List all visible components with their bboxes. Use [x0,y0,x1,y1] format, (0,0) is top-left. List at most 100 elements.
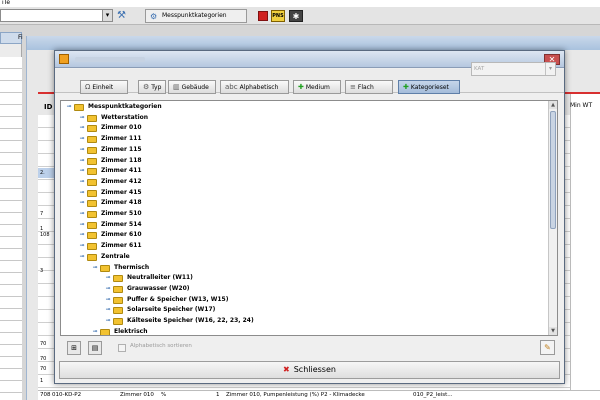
table-row[interactable]: 708 010-KD-P2 Zimmer 010% 1 Zimmer 010, Pump… [38,390,600,400]
pns-icon[interactable]: PNS [271,10,285,22]
toolbar-einheit-button[interactable]: Ω Einheit [80,80,128,94]
edit-pencil-icon[interactable]: ✎ [540,340,555,355]
folder-icon [87,253,97,261]
tree-toggle-icon[interactable]: ⊸ [78,188,86,198]
toolbar-kategorieset-button[interactable]: ✚ Kategorieset [398,80,460,94]
folder-icon [113,318,123,325]
flat-icon: ≡ [350,83,356,91]
tree-toggle-icon[interactable]: ⊸ [78,209,86,219]
table-cell: % [161,392,167,398]
tree-toggle-icon[interactable]: ⊸ [78,145,86,155]
tree-toggle-icon[interactable]: ⊸ [78,113,86,123]
table-cell: 708 [40,392,51,398]
main-tab-label[interactable]: Fi [18,34,23,41]
collapse-all-icon[interactable]: ▤ [88,341,102,355]
tree-toggle-icon[interactable]: ⊸ [104,305,112,315]
expand-all-icon[interactable]: ⊞ [67,341,81,355]
puzzle-icon: ✚ [298,83,304,91]
tree-node-label: Puffer & Speicher (W13, W15) [127,295,229,303]
left-pane [0,32,22,400]
tree-toggle-icon[interactable]: ⊸ [104,284,112,294]
toolbar-medium-button[interactable]: ✚ Medium [293,80,341,94]
kategorie-combo[interactable]: KAT ▾ [471,62,556,76]
tree-toggle-icon[interactable]: ⊸ [78,156,86,166]
toolbar-medium-label: Medium [305,84,330,91]
gear-icon[interactable]: ✱ [289,10,303,22]
tree-toggle-icon[interactable]: ⊸ [78,220,86,230]
toolbar-typ-button[interactable]: ⚙ Typ [138,80,166,94]
row-number: 2. [40,170,45,176]
tree-scrollbar[interactable]: ▲ ▼ [548,101,557,335]
puzzle-icon: ✚ [403,83,409,91]
messpunktkategorien-dialog: ✕ Ω Einheit ⚙ Typ ▥ Gebäude abc Alphabetisch ✚ Me… [54,50,565,384]
folder-icon [100,264,110,272]
tree-node-label: Zimmer 010 [101,124,142,132]
tree-node-label: Messpunktkategorien [88,103,162,110]
schliessen-button[interactable]: ✖ Schliessen [59,361,560,379]
folder-icon [87,146,97,154]
toolbar-gebaeude-label: Gebäude [181,84,209,91]
tree-node-label: Elektrisch [114,327,148,335]
main-tabstrip [27,36,600,50]
tree-toggle-icon[interactable]: ⊸ [78,166,86,176]
menu-item[interactable]: iTe [2,0,10,6]
tree-node-label: Zimmer 115 [101,145,142,153]
tree-toggle-icon[interactable]: ⊸ [78,134,86,144]
folder-icon [113,307,123,315]
tree-toggle-icon[interactable]: ⊸ [104,316,112,326]
selection-combo[interactable]: ▾ [0,9,113,22]
folder-icon [87,189,97,197]
left-pane-grid [0,57,22,400]
alphabetisch-sortieren-checkbox[interactable] [118,344,126,352]
chevron-down-icon[interactable]: ▾ [102,10,112,21]
tree-node-label: Zimmer 411 [101,167,142,175]
dialog-title-placeholder [75,57,145,62]
app-icon [59,54,69,64]
messpunktkategorien-button[interactable]: ⚙ Messpunktkategorien [145,9,247,23]
wrench-icon[interactable]: ⚒ [117,10,129,22]
tree-toggle-icon[interactable]: ⊸ [65,102,73,112]
scroll-down-icon[interactable]: ▼ [549,327,557,335]
toolbar-kategorieset-label: Kategorieset [410,84,449,91]
tree-toggle-icon[interactable]: ⊸ [91,263,99,273]
pdf-icon[interactable] [258,11,268,21]
folder-icon [87,136,97,144]
toolbar-alphabetisch-button[interactable]: abc Alphabetisch [220,80,289,94]
row-number: 1 [40,378,44,384]
folder-icon [87,200,97,208]
building-icon: ▥ [173,83,180,91]
folder-icon [87,157,97,165]
chevron-down-icon[interactable]: ▾ [545,63,555,75]
category-icon: ⚙ [150,12,158,21]
toolbar-flach-label: Flach [357,84,374,91]
row-number: 7 [40,211,44,217]
scroll-up-icon[interactable]: ▲ [549,101,557,109]
tree-toggle-icon[interactable]: ⊸ [78,177,86,187]
tree-toggle-icon[interactable]: ⊸ [104,295,112,305]
toolbar-gebaeude-button[interactable]: ▥ Gebäude [168,80,216,94]
folder-icon [74,104,84,111]
tree-toggle-icon[interactable]: ⊸ [91,327,99,335]
tree-toggle-icon[interactable]: ⊸ [104,273,112,283]
alphabetisch-sortieren-label: Alphabetisch sortieren [130,343,192,349]
scrollbar-thumb[interactable] [550,111,556,229]
tree-toggle-icon[interactable]: ⊸ [78,123,86,133]
folder-icon [87,211,97,218]
tree-node-label: Thermisch [114,263,150,271]
toolbar-flach-button[interactable]: ≡ Flach [345,80,393,94]
tree-toggle-icon[interactable]: ⊸ [78,252,86,262]
tree-node-label: Wetterstation [101,113,149,121]
typ-icon: ⚙ [143,83,150,91]
close-icon: ✖ [283,365,290,374]
app-toolbar: ▾ ⚒ ⚙ Messpunktkategorien PNS ✱ [0,7,600,25]
tree-toggle-icon[interactable]: ⊸ [78,230,86,240]
toolbar-alphabetisch-label: Alphabetisch [239,84,279,91]
abc-icon: abc [225,83,238,91]
tree-toggle-icon[interactable]: ⊸ [78,198,86,208]
tree-node-label: Zimmer 510 [101,210,142,217]
min-wt-column-header[interactable]: Min WT [570,102,592,109]
category-tree[interactable]: ▲ ▼ ⊸ Messpunktkategorien ⊸ Wetterstation ⊸ Z… [60,100,558,336]
id-column-header[interactable]: ID [44,103,52,111]
tree-node-label: Zimmer 111 [101,135,142,143]
tree-toggle-icon[interactable]: ⊸ [78,241,86,251]
